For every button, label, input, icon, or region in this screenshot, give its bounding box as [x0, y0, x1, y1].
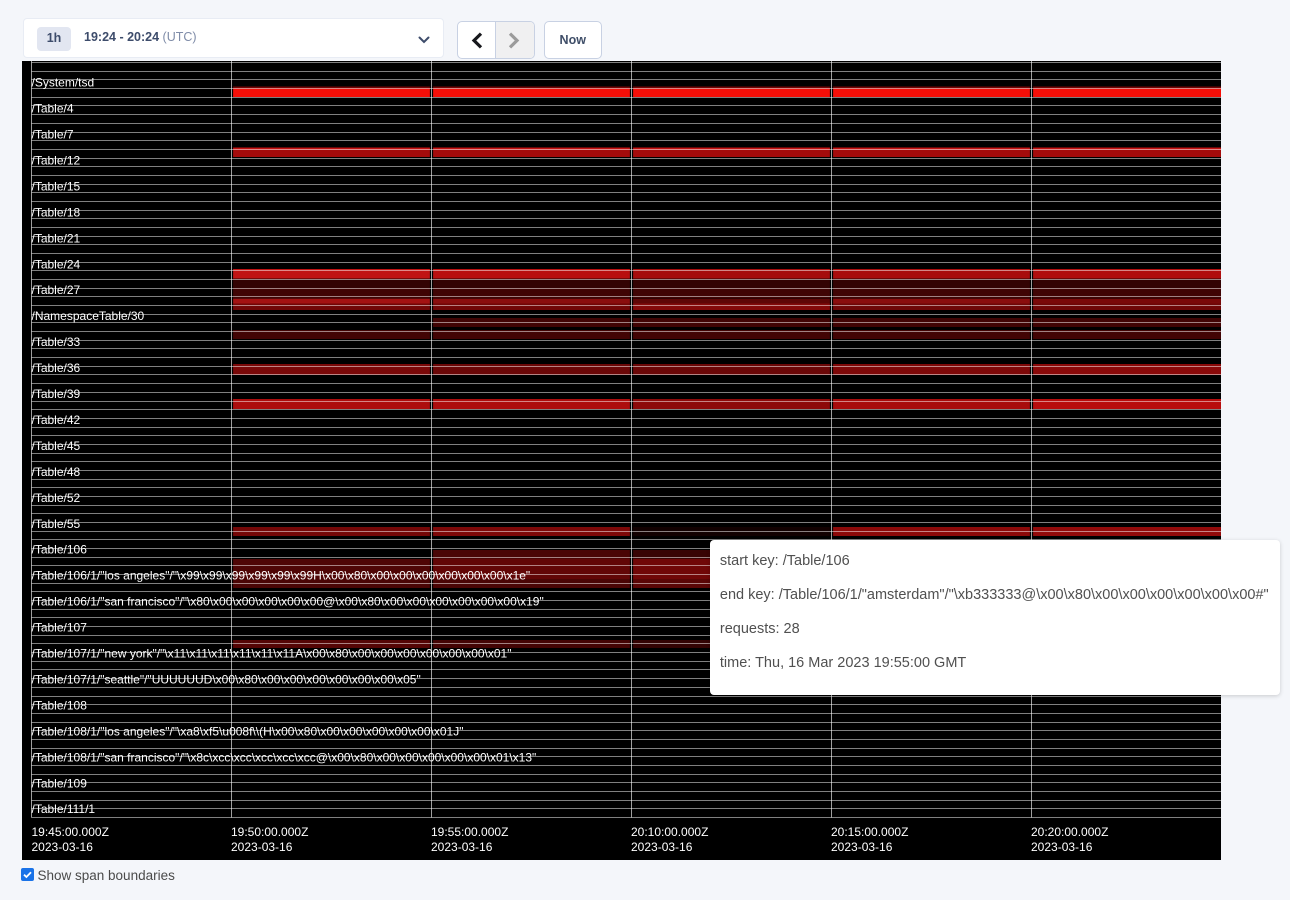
svg-text:/Table/107: /Table/107	[32, 621, 88, 635]
svg-text:/Table/33: /Table/33	[32, 335, 81, 349]
svg-text:2023-03-16: 2023-03-16	[231, 840, 293, 854]
svg-text:/Table/107/1/"seattle"/"UUUUUU: /Table/107/1/"seattle"/"UUUUUUD\x00\x80\…	[32, 672, 421, 686]
svg-text:19:50:00.000Z: 19:50:00.000Z	[231, 825, 308, 839]
svg-text:/Table/24: /Table/24	[32, 257, 81, 271]
svg-text:/System/tsd: /System/tsd	[32, 76, 95, 90]
svg-text:/NamespaceTable/30: /NamespaceTable/30	[32, 309, 145, 323]
svg-text:/Table/39: /Table/39	[32, 387, 81, 401]
svg-text:19:55:00.000Z: 19:55:00.000Z	[431, 825, 508, 839]
svg-text:20:20:00.000Z: 20:20:00.000Z	[1031, 825, 1108, 839]
svg-text:2023-03-16: 2023-03-16	[1031, 840, 1093, 854]
svg-text:2023-03-16: 2023-03-16	[431, 840, 493, 854]
svg-text:2023-03-16: 2023-03-16	[631, 840, 693, 854]
svg-text:2023-03-16: 2023-03-16	[831, 840, 893, 854]
svg-text:/Table/21: /Table/21	[32, 231, 81, 245]
svg-text:/Table/106: /Table/106	[32, 543, 88, 557]
svg-text:/Table/18: /Table/18	[32, 205, 81, 219]
svg-text:19:45:00.000Z: 19:45:00.000Z	[32, 825, 109, 839]
svg-text:/Table/55: /Table/55	[32, 517, 81, 531]
svg-text:/Table/27: /Table/27	[32, 283, 81, 297]
svg-text:/Table/15: /Table/15	[32, 179, 81, 193]
svg-text:/Table/111/1: /Table/111/1	[32, 802, 96, 816]
svg-text:/Table/48: /Table/48	[32, 465, 81, 479]
svg-text:20:10:00.000Z: 20:10:00.000Z	[631, 825, 708, 839]
svg-text:/Table/45: /Table/45	[32, 439, 81, 453]
svg-text:/Table/12: /Table/12	[32, 153, 81, 167]
svg-text:/Table/36: /Table/36	[32, 361, 81, 375]
svg-text:/Table/106/1/"los angeles"/"\x: /Table/106/1/"los angeles"/"\x99\x99\x99…	[32, 569, 531, 583]
svg-text:/Table/42: /Table/42	[32, 413, 81, 427]
svg-text:/Table/108/1/"los angeles"/"\x: /Table/108/1/"los angeles"/"\xa8\xf5\u00…	[32, 724, 464, 738]
svg-text:2023-03-16: 2023-03-16	[32, 840, 94, 854]
svg-text:/Table/108/1/"san francisco"/": /Table/108/1/"san francisco"/"\x8c\xcc\x…	[32, 750, 537, 764]
svg-text:/Table/109: /Table/109	[32, 776, 88, 790]
svg-text:/Table/108: /Table/108	[32, 698, 88, 712]
svg-text:20:15:00.000Z: 20:15:00.000Z	[831, 825, 908, 839]
svg-text:/Table/4: /Table/4	[32, 102, 74, 116]
svg-text:/Table/52: /Table/52	[32, 491, 81, 505]
svg-text:/Table/107/1/"new york"/"\x11\: /Table/107/1/"new york"/"\x11\x11\x11\x1…	[32, 647, 512, 661]
svg-text:/Table/106/1/"san francisco"/": /Table/106/1/"san francisco"/"\x80\x00\x…	[32, 595, 544, 609]
svg-text:/Table/7: /Table/7	[32, 128, 74, 142]
